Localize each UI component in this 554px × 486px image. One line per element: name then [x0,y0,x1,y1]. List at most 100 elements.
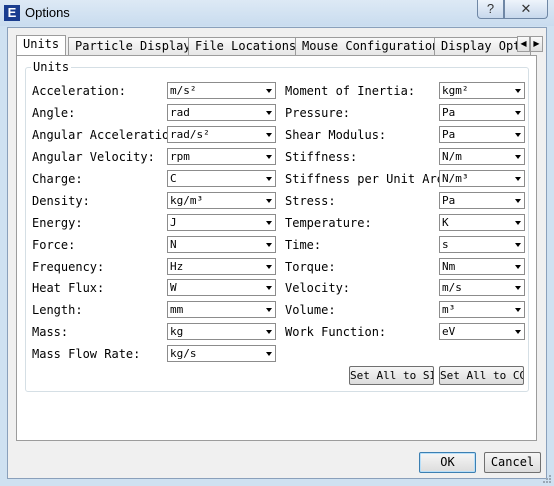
length-select[interactable]: mm [167,301,276,318]
acceleration-value: m/s² [170,84,197,97]
angular-velocity-select[interactable]: rpm [167,148,276,165]
torque-value: Nm [442,260,456,273]
angle-select[interactable]: rad [167,104,276,121]
chevron-down-icon [515,133,521,137]
pressure-select[interactable]: Pa [439,104,525,121]
time-value: s [442,238,449,251]
charge-label: Charge: [32,172,83,186]
chevron-down-icon [266,265,272,269]
mass-label: Mass: [32,325,69,339]
arrow-right-icon: ▶ [533,39,540,48]
temperature-label: Temperature: [285,216,372,230]
chevron-down-icon [515,330,521,334]
chevron-down-icon [266,199,272,203]
temperature-value: K [442,216,449,229]
velocity-select[interactable]: m/s [439,279,525,296]
force-value: N [170,238,177,251]
time-select[interactable]: s [439,236,525,253]
stiffness-label: Stiffness: [285,150,358,164]
volume-select[interactable]: m³ [439,301,525,318]
stress-value: Pa [442,194,456,207]
energy-select[interactable]: J [167,214,276,231]
help-button[interactable]: ? [477,0,504,19]
energy-value: J [170,216,177,229]
close-button[interactable]: ✕ [504,0,548,19]
app-icon: E [4,5,20,21]
temperature-select[interactable]: K [439,214,525,231]
pressure-label: Pressure: [285,106,351,120]
angular-acceleration-select[interactable]: rad/s² [167,126,276,143]
chevron-down-icon [266,286,272,290]
angle-value: rad [170,106,190,119]
mass-select[interactable]: kg [167,323,276,340]
length-value: mm [170,303,184,316]
chevron-down-icon [266,155,272,159]
stiffness-value: N/m [442,150,462,163]
charge-value: C [170,172,177,185]
tab-particle-display[interactable]: Particle Display [68,37,198,55]
chevron-down-icon [266,330,272,334]
pressure-value: Pa [442,106,456,119]
units-group-title: Units [31,60,72,74]
heat-flux-select[interactable]: W [167,279,276,296]
heat-flux-label: Heat Flux: [32,281,105,295]
force-select[interactable]: N [167,236,276,253]
torque-label: Torque: [285,260,336,274]
density-label: Density: [32,194,90,208]
chevron-down-icon [515,265,521,269]
stiffness-per-unit-area-select[interactable]: N/m³ [439,170,525,187]
chevron-down-icon [266,89,272,93]
chevron-down-icon [266,243,272,247]
energy-label: Energy: [32,216,83,230]
tab-file-locations[interactable]: File Locations [188,37,304,55]
moment-of-inertia-label: Moment of Inertia: [285,84,416,98]
angular-acceleration-value: rad/s² [170,128,210,141]
tab-mouse-configuration[interactable]: Mouse Configuration [295,37,447,55]
shear-modulus-select[interactable]: Pa [439,126,525,143]
stress-select[interactable]: Pa [439,192,525,209]
tab-units[interactable]: Units [16,35,67,55]
chevron-down-icon [266,352,272,356]
title-bar[interactable]: E Options ? ✕ [0,0,554,26]
mass-flow-rate-label: Mass Flow Rate: [32,347,141,361]
acceleration-select[interactable]: m/s² [167,82,276,99]
charge-select[interactable]: C [167,170,276,187]
mass-flow-rate-select[interactable]: kg/s [167,345,276,362]
tab-scroll-left-button[interactable]: ◀ [517,36,530,52]
torque-select[interactable]: Nm [439,258,525,275]
mass-value: kg [170,325,184,338]
cancel-button[interactable]: Cancel [484,452,541,473]
chevron-down-icon [515,177,521,181]
shear-modulus-label: Shear Modulus: [285,128,387,142]
tab-strip: Units Particle Display File Locations Mo… [16,35,531,55]
resize-grip-icon[interactable] [542,474,552,484]
set-all-cgs-button[interactable]: Set All to CGS [439,366,524,385]
mass-flow-rate-value: kg/s [170,347,197,360]
stiffness-select[interactable]: N/m [439,148,525,165]
set-all-si-button[interactable]: Set All to SI [349,366,434,385]
frequency-label: Frequency: [32,260,105,274]
ok-button[interactable]: OK [419,452,476,473]
chevron-down-icon [266,111,272,115]
length-label: Length: [32,303,83,317]
chevron-down-icon [266,308,272,312]
work-function-select[interactable]: eV [439,323,525,340]
chevron-down-icon [266,133,272,137]
volume-value: m³ [442,303,456,316]
velocity-label: Velocity: [285,281,351,295]
stiffness-per-unit-area-label: Stiffness per Unit Area: [285,172,459,186]
angle-label: Angle: [32,106,76,120]
work-function-value: eV [442,325,456,338]
density-select[interactable]: kg/m³ [167,192,276,209]
work-function-label: Work Function: [285,325,387,339]
chevron-down-icon [515,155,521,159]
options-window: E Options ? ✕ Units Particle Display Fil… [0,0,554,486]
frequency-select[interactable]: Hz [167,258,276,275]
stress-label: Stress: [285,194,336,208]
moment-of-inertia-select[interactable]: kgm² [439,82,525,99]
moment-of-inertia-value: kgm² [442,84,469,97]
angular-velocity-label: Angular Velocity: [32,150,155,164]
frequency-value: Hz [170,260,184,273]
tab-scroll-right-button[interactable]: ▶ [530,36,543,52]
chevron-down-icon [515,89,521,93]
